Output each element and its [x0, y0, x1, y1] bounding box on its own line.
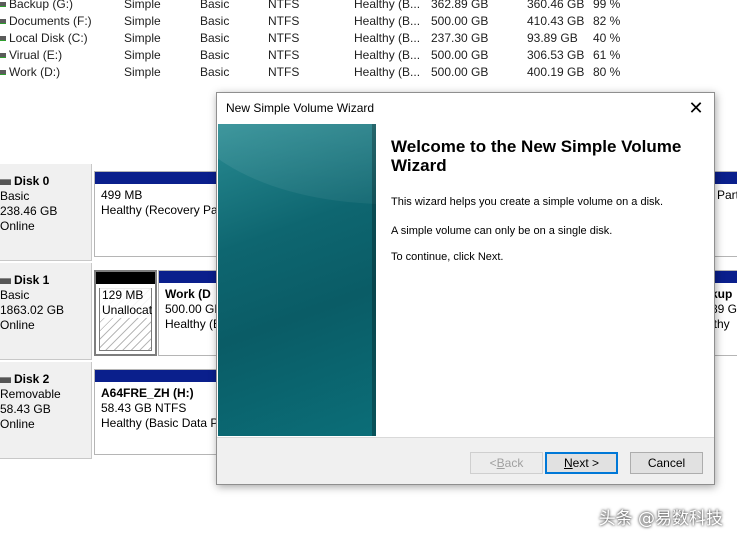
close-icon[interactable]: ✕: [682, 96, 710, 120]
volume-filesystem: NTFS: [268, 14, 300, 28]
wizard-titlebar[interactable]: New Simple Volume Wizard ✕: [217, 93, 714, 123]
volume-free-space: 93.89 GB: [527, 31, 578, 45]
disk-name: Disk 0: [0, 174, 91, 189]
volume-layout: Simple: [124, 14, 161, 28]
hard-disk-icon: [0, 178, 11, 185]
volume-status: Healthy (B...: [354, 31, 420, 45]
hard-disk-icon: [0, 277, 11, 284]
volume-status: Healthy (B...: [354, 14, 420, 28]
disk-state: Online: [0, 219, 35, 233]
volume-capacity: 500.00 GB: [431, 65, 489, 79]
partition-status: Healthy (Basic Data Pa: [101, 416, 226, 430]
volume-percent-free: 61 %: [593, 48, 621, 62]
volume-icon: [0, 2, 6, 7]
partition-status: Healthy (Recovery Par: [101, 203, 222, 217]
disk-label-1[interactable]: Disk 1 Basic 1863.02 GB Online: [0, 263, 92, 360]
volume-name: Local Disk (C:): [9, 31, 88, 45]
volume-free-space: 360.46 GB: [527, 0, 585, 11]
volume-percent-free: 82 %: [593, 14, 621, 28]
volume-icon: [0, 70, 6, 75]
volume-percent-free: 80 %: [593, 65, 621, 79]
wizard-heading: Welcome to the New Simple Volume Wizard: [391, 137, 682, 175]
next-button[interactable]: Next >: [545, 452, 618, 474]
disk-label-2[interactable]: Disk 2 Removable 58.43 GB Online: [0, 362, 92, 459]
volume-layout: Simple: [124, 48, 161, 62]
back-button[interactable]: < Back: [470, 452, 543, 474]
disk-size: 58.43 GB: [0, 402, 51, 416]
wizard-note-text: A simple volume can only be on a single …: [391, 225, 613, 237]
partition-recovery[interactable]: 499 MB Healthy (Recovery Par: [94, 171, 234, 257]
volume-type: Basic: [200, 14, 230, 28]
volume-layout: Simple: [124, 31, 161, 45]
volume-row-virual[interactable]: Virual (E:) Simple Basic NTFS Healthy (B…: [0, 47, 737, 64]
partition-bar: [95, 172, 233, 184]
volume-row-backup[interactable]: Backup (G:) Simple Basic NTFS Healthy (B…: [0, 0, 737, 13]
volume-name: Documents (F:): [9, 14, 92, 28]
volume-filesystem: NTFS: [268, 65, 300, 79]
disk-type: Basic: [0, 189, 30, 203]
volume-icon: [0, 36, 6, 41]
volume-free-space: 400.19 GB: [527, 65, 585, 79]
partition-unallocated[interactable]: 129 MB Unallocat: [94, 270, 157, 356]
new-simple-volume-wizard: New Simple Volume Wizard ✕ Welcome to th…: [216, 92, 715, 485]
volume-free-space: 306.53 GB: [527, 48, 585, 62]
disk-type: Basic: [0, 288, 30, 302]
volume-status: Healthy (B...: [354, 48, 420, 62]
volume-type: Basic: [200, 0, 230, 11]
partition-title: A64FRE_ZH (H:): [101, 386, 194, 400]
wizard-side-banner: [218, 124, 376, 436]
disk-name: Disk 1: [0, 273, 91, 288]
wizard-separator: [217, 437, 714, 438]
volume-percent-free: 40 %: [593, 31, 621, 45]
volume-type: Basic: [200, 48, 230, 62]
partition-status: Unallocat: [102, 303, 153, 317]
volume-filesystem: NTFS: [268, 0, 300, 11]
wizard-continue-text: To continue, click Next.: [391, 251, 504, 263]
volume-capacity: 237.30 GB: [431, 31, 489, 45]
disk-label-0[interactable]: Disk 0 Basic 238.46 GB Online: [0, 164, 92, 261]
volume-row-work[interactable]: Work (D:) Simple Basic NTFS Healthy (B..…: [0, 64, 737, 81]
partition-size: 499 MB: [101, 188, 143, 202]
volume-filesystem: NTFS: [268, 48, 300, 62]
volume-name: Work (D:): [9, 65, 61, 79]
wizard-intro-text: This wizard helps you create a simple vo…: [391, 196, 664, 208]
volume-icon: [0, 53, 6, 58]
disk-size: 238.46 GB: [0, 204, 58, 218]
volume-percent-free: 99 %: [593, 0, 621, 11]
partition-a64fre[interactable]: A64FRE_ZH (H:) 58.43 GB NTFS Healthy (Ba…: [94, 369, 234, 455]
volume-icon: [0, 19, 6, 24]
disk-size: 1863.02 GB: [0, 303, 65, 317]
partition-size: 58.43 GB NTFS: [101, 401, 187, 415]
volume-capacity: 500.00 GB: [431, 14, 489, 28]
volume-row-documents[interactable]: Documents (F:) Simple Basic NTFS Healthy…: [0, 13, 737, 30]
watermark: 头条 @易数科技: [598, 509, 723, 529]
volume-type: Basic: [200, 31, 230, 45]
volume-capacity: 362.89 GB: [431, 0, 489, 11]
volume-layout: Simple: [124, 0, 161, 11]
removable-disk-icon: [0, 376, 11, 383]
partition-status: Part: [717, 188, 737, 202]
wizard-title: New Simple Volume Wizard: [226, 101, 375, 115]
partition-size: 129 MB: [102, 288, 144, 302]
volume-row-local-disk[interactable]: Local Disk (C:) Simple Basic NTFS Health…: [0, 30, 737, 47]
volume-list: Backup (G:) Simple Basic NTFS Healthy (B…: [0, 0, 737, 81]
disk-type: Removable: [0, 387, 61, 401]
volume-free-space: 410.43 GB: [527, 14, 585, 28]
volume-status: Healthy (B...: [354, 0, 420, 11]
volume-type: Basic: [200, 65, 230, 79]
volume-name: Backup (G:): [9, 0, 74, 11]
partition-bar: [95, 370, 233, 382]
volume-status: Healthy (B...: [354, 65, 420, 79]
volume-filesystem: NTFS: [268, 31, 300, 45]
partition-bar: [96, 272, 155, 284]
disk-name: Disk 2: [0, 372, 91, 387]
volume-layout: Simple: [124, 65, 161, 79]
volume-capacity: 500.00 GB: [431, 48, 489, 62]
disk-state: Online: [0, 417, 35, 431]
disk-state: Online: [0, 318, 35, 332]
volume-name: Virual (E:): [9, 48, 63, 62]
wizard-body: Welcome to the New Simple Volume Wizard …: [217, 123, 714, 437]
cancel-button[interactable]: Cancel: [630, 452, 703, 474]
